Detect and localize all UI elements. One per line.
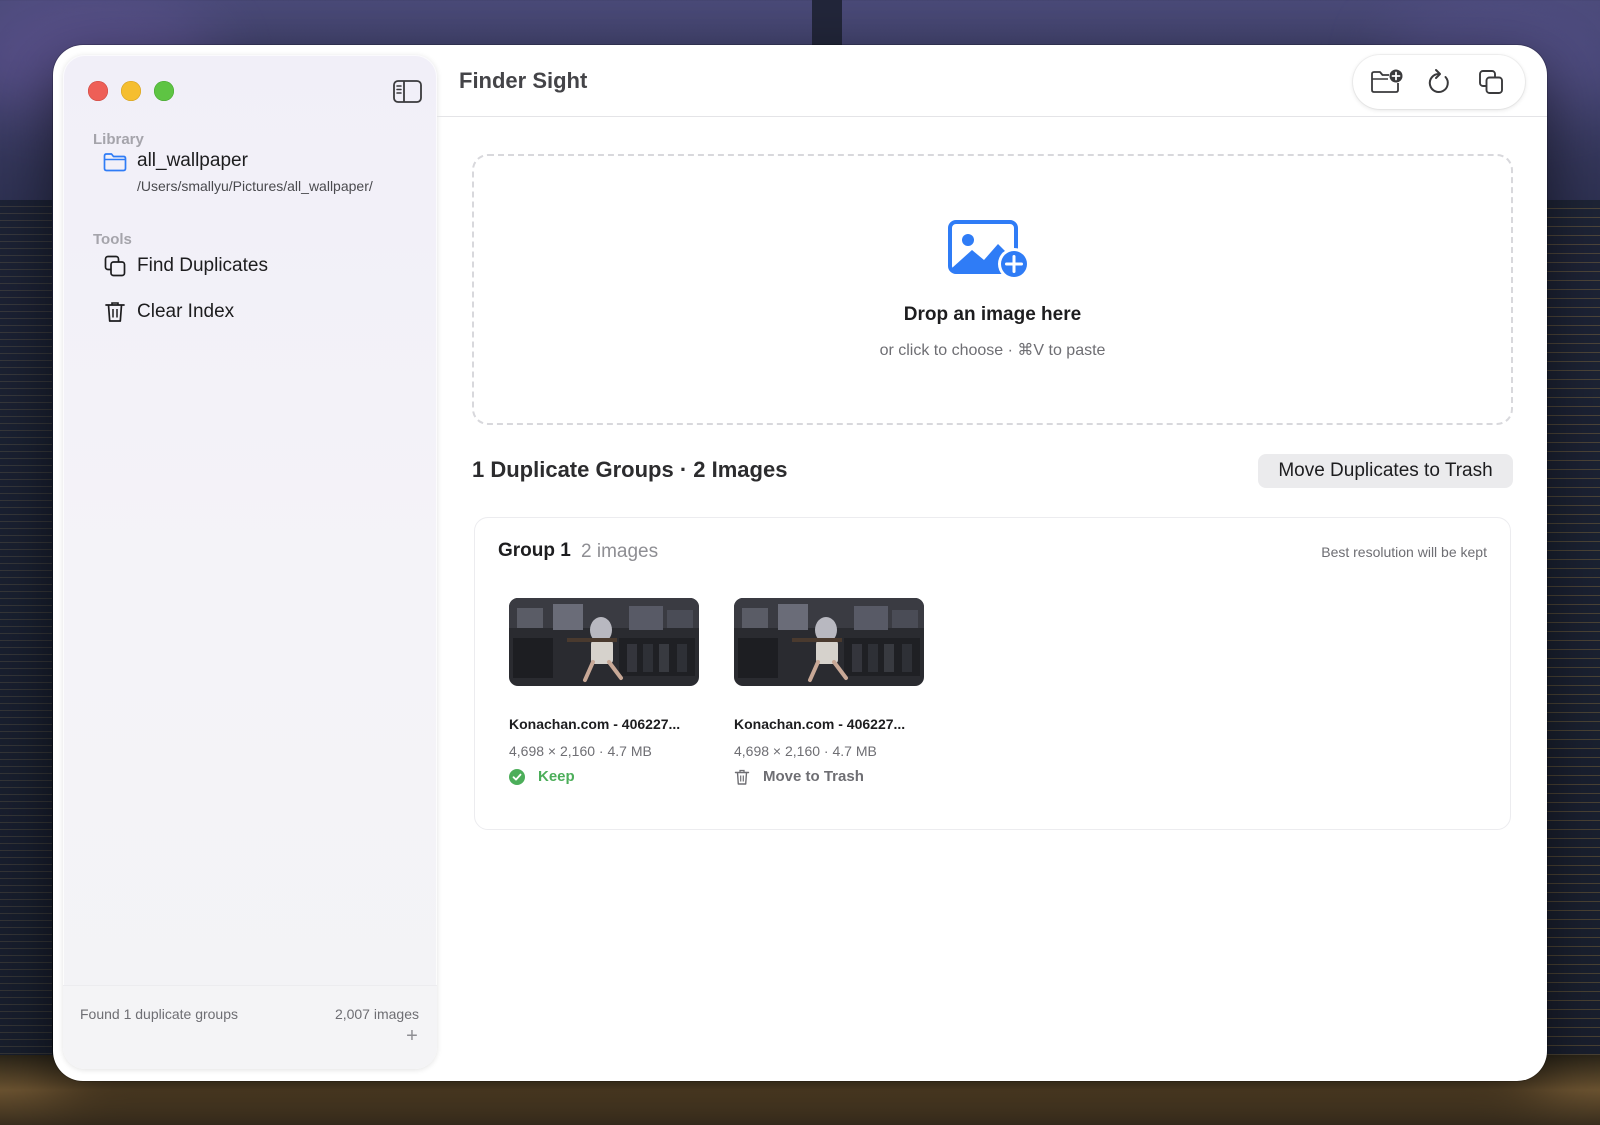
trash-icon	[105, 302, 125, 322]
wallpaper-city-left	[0, 200, 52, 1125]
move-duplicates-to-trash-button[interactable]: Move Duplicates to Trash	[1258, 454, 1513, 488]
duplicates-icon	[104, 255, 126, 277]
duplicate-item[interactable]: Konachan.com - 406227... 4,698 × 2,160 ·…	[734, 598, 924, 785]
drop-zone-title: Drop an image here	[903, 304, 1082, 325]
tool-label: Find Duplicates	[137, 255, 268, 276]
image-thumbnail[interactable]	[734, 598, 924, 686]
duplicates-icon	[1479, 70, 1503, 94]
add-folder-button[interactable]	[1369, 64, 1405, 100]
move-to-trash-button[interactable]: Move to Trash	[734, 768, 924, 785]
toolbar	[1353, 55, 1525, 109]
add-image-icon	[948, 220, 1030, 280]
image-file-name: Konachan.com - 406227...	[509, 716, 681, 732]
library-section-header: Library	[93, 131, 144, 148]
refresh-button[interactable]	[1421, 64, 1457, 100]
image-meta: 4,698 × 2,160 · 4.7 MB	[734, 743, 877, 759]
refresh-icon	[1428, 69, 1449, 93]
results-summary: 1 Duplicate Groups · 2 Images	[472, 457, 788, 482]
titlebar: Finder Sight	[437, 45, 1547, 117]
add-library-button[interactable]: +	[405, 1026, 419, 1046]
checkmark-circle-icon	[509, 768, 525, 785]
keep-status: Keep	[509, 768, 699, 785]
image-file-name: Konachan.com - 406227...	[734, 716, 906, 732]
image-meta: 4,698 × 2,160 · 4.7 MB	[509, 743, 652, 759]
zoom-window-button[interactable]	[154, 81, 174, 101]
close-window-button[interactable]	[88, 81, 108, 101]
group-title: Group 1	[498, 540, 571, 561]
drop-zone-subtitle: or click to choose · ⌘V to paste	[879, 342, 1106, 359]
image-drop-zone[interactable]: Drop an image here or click to choose · …	[472, 154, 1513, 425]
tools-section-header: Tools	[93, 231, 132, 248]
sidebar-item-find-duplicates[interactable]: Find Duplicates	[103, 254, 268, 278]
sidebar-item-all-wallpaper[interactable]: all_wallpaper /Users/smallyu/Pictures/al…	[103, 150, 373, 194]
sidebar-toggle-icon[interactable]	[393, 80, 422, 103]
duplicates-toolbar-button[interactable]	[1473, 64, 1509, 100]
tool-label: Clear Index	[137, 301, 235, 322]
trash-icon	[734, 769, 750, 785]
add-folder-icon	[1371, 69, 1403, 93]
window-controls	[88, 81, 174, 101]
app-title: Finder Sight	[459, 68, 588, 93]
duplicate-group-card: Group 1 2 images Best resolution will be…	[474, 517, 1511, 830]
sidebar-item-clear-index[interactable]: Clear Index	[103, 300, 234, 324]
image-thumbnail[interactable]	[509, 598, 699, 686]
sidebar: Library all_wallpaper /Users/smallyu/Pic…	[63, 55, 437, 1069]
library-item-path: /Users/smallyu/Pictures/all_wallpaper/	[137, 178, 373, 194]
sidebar-footer: Found 1 duplicate groups 2,007 images +	[63, 985, 437, 1069]
wallpaper-tower	[812, 0, 842, 48]
image-count: 2,007 images	[334, 1006, 419, 1022]
folder-icon	[103, 153, 127, 172]
wallpaper-city-right	[1546, 200, 1600, 1125]
minimize-window-button[interactable]	[121, 81, 141, 101]
duplicate-item[interactable]: Konachan.com - 406227... 4,698 × 2,160 ·…	[509, 598, 699, 785]
library-item-name: all_wallpaper	[137, 150, 248, 171]
scan-status: Found 1 duplicate groups	[80, 1006, 238, 1022]
group-image-count: 2 images	[581, 541, 659, 562]
group-note: Best resolution will be kept	[1321, 544, 1487, 560]
app-window: Library all_wallpaper /Users/smallyu/Pic…	[53, 45, 1547, 1081]
move-to-trash-label: Move to Trash	[763, 768, 864, 785]
keep-label: Keep	[538, 768, 575, 785]
